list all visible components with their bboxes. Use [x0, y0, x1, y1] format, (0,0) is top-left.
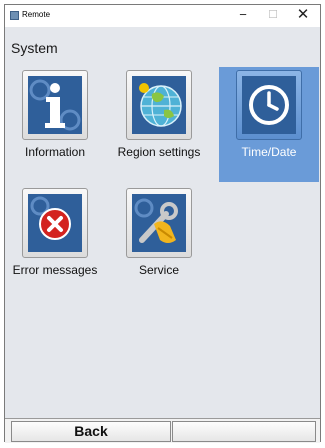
tile-label: Time/Date [241, 145, 297, 159]
system-menu-panel: System Information Region settings Time/… [5, 27, 320, 443]
tile-label: Error messages [12, 263, 98, 277]
maximize-button[interactable]: ☐ [259, 5, 287, 27]
minimize-button[interactable]: − [229, 5, 257, 27]
bottom-bar: Back [5, 418, 320, 443]
tile-region-settings[interactable]: Region settings [109, 67, 209, 182]
tile-service[interactable]: Service [109, 185, 209, 300]
window-title: Remote [22, 10, 51, 19]
clock-icon [242, 76, 296, 134]
tile-label: Information [24, 145, 86, 159]
tile-frame [22, 188, 88, 258]
back-button[interactable]: Back [11, 421, 171, 442]
tile-frame [126, 70, 192, 140]
tile-time-date[interactable]: Time/Date [219, 67, 319, 182]
tile-frame [236, 70, 302, 140]
empty-button[interactable] [172, 421, 316, 442]
title-bar: Remote − ☐ ✕ [5, 5, 320, 27]
close-button[interactable]: ✕ [289, 5, 317, 27]
section-title: System [11, 40, 58, 56]
error-icon [28, 194, 82, 252]
remote-window: Remote − ☐ ✕ System Information Region s… [4, 4, 321, 443]
tile-frame [22, 70, 88, 140]
service-tools-icon [132, 194, 186, 252]
app-icon [10, 11, 19, 20]
tile-label: Region settings [117, 145, 201, 159]
tile-error-messages[interactable]: Error messages [5, 185, 105, 300]
tile-frame [126, 188, 192, 258]
tile-label: Service [138, 263, 179, 277]
globe-icon [132, 76, 186, 134]
information-icon [28, 76, 82, 134]
tile-information[interactable]: Information [5, 67, 105, 182]
